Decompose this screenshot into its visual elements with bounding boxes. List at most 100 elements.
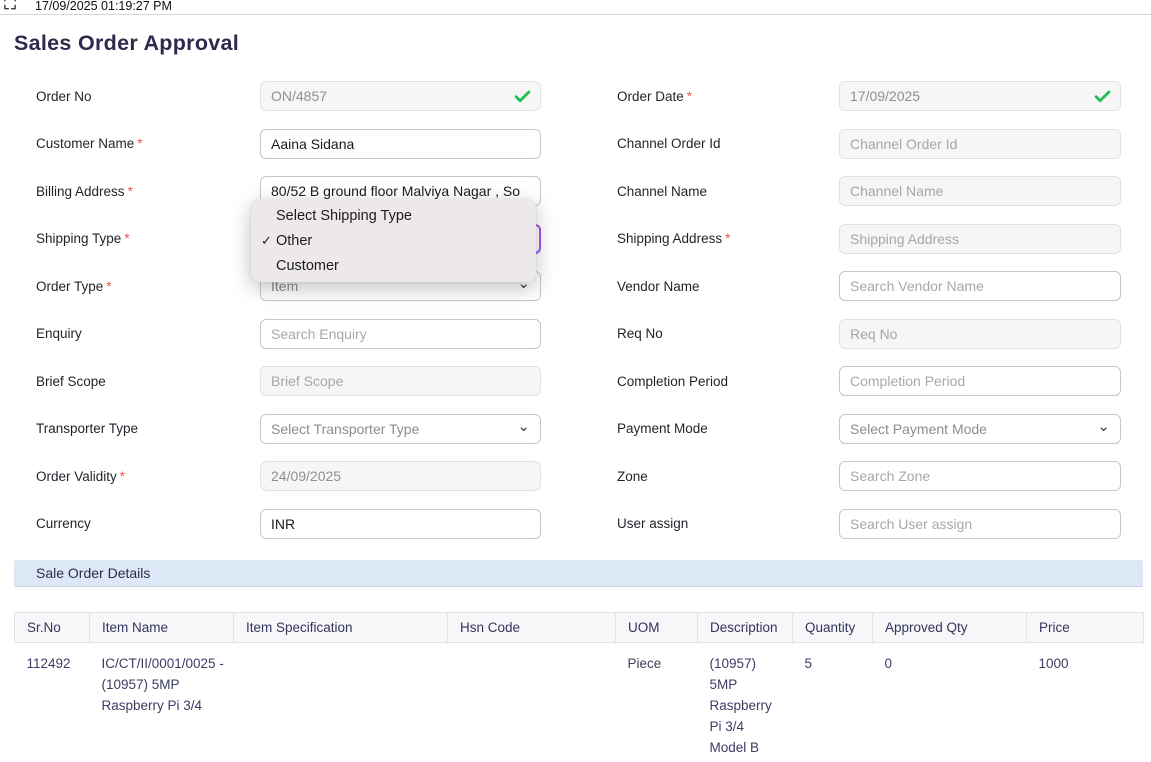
check-icon: ✓ (261, 233, 272, 249)
payment-mode-label-text: Payment Mode (617, 421, 708, 436)
vendor-name-label-text: Vendor Name (617, 279, 700, 294)
header-quantity: Quantity (793, 613, 873, 643)
dropdown-option-other[interactable]: ✓ Other (251, 228, 536, 253)
brief-scope-label-text: Brief Scope (36, 374, 106, 389)
customer-name-label-text: Customer Name (36, 136, 134, 151)
customer-name-input[interactable] (260, 129, 541, 159)
header-uom: UOM (616, 613, 698, 643)
required-marker: * (120, 469, 125, 484)
completion-period-label-text: Completion Period (617, 374, 728, 389)
header-price: Price (1027, 613, 1144, 643)
chevron-down-icon: ⌄ (1097, 422, 1110, 432)
field-row-channel-name: Channel Name (617, 176, 1121, 206)
field-row-zone: Zone (617, 461, 1121, 491)
field-row-brief-scope: Brief Scope (36, 366, 541, 396)
field-row-enquiry: Enquiry (36, 319, 541, 349)
order-validity-label: Order Validity* (36, 469, 260, 484)
form-left-column: Order NoCustomer Name*Billing Address*Sh… (36, 81, 541, 556)
required-marker: * (124, 231, 129, 246)
fullscreen-icon[interactable] (3, 0, 17, 11)
shipping-address-label-text: Shipping Address (617, 231, 722, 246)
field-row-vendor-name: Vendor Name (617, 271, 1121, 301)
user-assign-label-text: User assign (617, 516, 688, 531)
current-datetime: 17/09/2025 01:19:27 PM (35, 0, 172, 13)
user-assign-input[interactable] (839, 509, 1121, 539)
channel-name-input (839, 176, 1121, 206)
field-row-customer-name: Customer Name* (36, 129, 541, 159)
cell-approved-qty: 0 (873, 643, 1027, 762)
order-no-label: Order No (36, 89, 260, 104)
vendor-name-input[interactable] (839, 271, 1121, 301)
field-row-shipping-address: Shipping Address* (617, 224, 1121, 254)
transporter-type-label-text: Transporter Type (36, 421, 138, 436)
order-validity-label-text: Order Validity (36, 469, 117, 484)
transporter-type-select[interactable]: Select Transporter Type ⌄ (260, 414, 541, 444)
required-marker: * (687, 89, 692, 104)
dropdown-option-customer[interactable]: Customer (251, 253, 536, 278)
header-description: Description (698, 613, 793, 643)
cell-quantity: 5 (793, 643, 873, 762)
field-row-payment-mode: Payment Mode Select Payment Mode ⌄ (617, 414, 1121, 444)
required-marker: * (137, 136, 142, 151)
sale-order-details-header: Sale Order Details (14, 560, 1143, 587)
field-row-user-assign: User assign (617, 509, 1121, 539)
channel-order-id-label: Channel Order Id (617, 136, 839, 151)
zone-input[interactable] (839, 461, 1121, 491)
payment-mode-selected-value: Select Payment Mode (850, 421, 987, 437)
user-assign-label: User assign (617, 516, 839, 531)
dropdown-option-label: Other (276, 233, 312, 249)
form-right-column: Order Date*Channel Order IdChannel NameS… (617, 81, 1121, 556)
cell-sr-no: 112492 (15, 643, 90, 762)
req-no-input (839, 319, 1121, 349)
cell-description: (10957) 5MP Raspberry Pi 3/4 Model B (698, 643, 793, 762)
vendor-name-label: Vendor Name (617, 279, 839, 294)
section-title: Sale Order Details (36, 565, 150, 581)
transporter-type-label: Transporter Type (36, 421, 260, 436)
order-date-label-text: Order Date (617, 89, 684, 104)
order-type-label: Order Type* (36, 279, 260, 294)
header-sr-no: Sr.No (15, 613, 90, 643)
payment-mode-select[interactable]: Select Payment Mode ⌄ (839, 414, 1121, 444)
sale-order-items-table: Sr.NoItem NameItem SpecificationHsn Code… (14, 612, 1144, 762)
required-marker: * (128, 184, 133, 199)
header-approved-qty: Approved Qty (873, 613, 1027, 643)
field-row-channel-order-id: Channel Order Id (617, 129, 1121, 159)
channel-order-id-input (839, 129, 1121, 159)
table-row: 112492IC/CT/II/0001/0025 - (10957) 5MP R… (15, 643, 1144, 762)
billing-address-label: Billing Address* (36, 184, 260, 199)
currency-label-text: Currency (36, 516, 91, 531)
brief-scope-input (260, 366, 541, 396)
field-row-completion-period: Completion Period (617, 366, 1121, 396)
channel-order-id-label-text: Channel Order Id (617, 136, 721, 151)
zone-label-text: Zone (617, 469, 648, 484)
required-marker: * (725, 231, 730, 246)
order-no-label-text: Order No (36, 89, 92, 104)
order-type-label-text: Order Type (36, 279, 103, 294)
order-no-input (260, 81, 541, 111)
order-date-label: Order Date* (617, 89, 839, 104)
dropdown-option-select-shipping-type[interactable]: Select Shipping Type (251, 203, 536, 228)
field-row-currency: Currency (36, 509, 541, 539)
enquiry-label-text: Enquiry (36, 326, 82, 341)
topbar: 17/09/2025 01:19:27 PM (0, 0, 1151, 15)
req-no-label-text: Req No (617, 326, 663, 341)
field-row-order-date: Order Date* (617, 81, 1121, 111)
field-row-req-no: Req No (617, 319, 1121, 349)
chevron-down-icon: ⌄ (517, 422, 530, 432)
completion-period-label: Completion Period (617, 374, 839, 389)
dropdown-option-label: Select Shipping Type (276, 208, 412, 224)
payment-mode-label: Payment Mode (617, 421, 839, 436)
field-row-order-no: Order No (36, 81, 541, 111)
req-no-label: Req No (617, 326, 839, 341)
completion-period-input[interactable] (839, 366, 1121, 396)
order-validity-input (260, 461, 541, 491)
cell-item-specification (234, 643, 448, 762)
header-item-specification: Item Specification (234, 613, 448, 643)
field-row-transporter-type: Transporter Type Select Transporter Type ⌄ (36, 414, 541, 444)
order-date-input (839, 81, 1121, 111)
zone-label: Zone (617, 469, 839, 484)
enquiry-input[interactable] (260, 319, 541, 349)
transporter-type-selected-value: Select Transporter Type (271, 421, 419, 437)
currency-input[interactable] (260, 509, 541, 539)
brief-scope-label: Brief Scope (36, 374, 260, 389)
